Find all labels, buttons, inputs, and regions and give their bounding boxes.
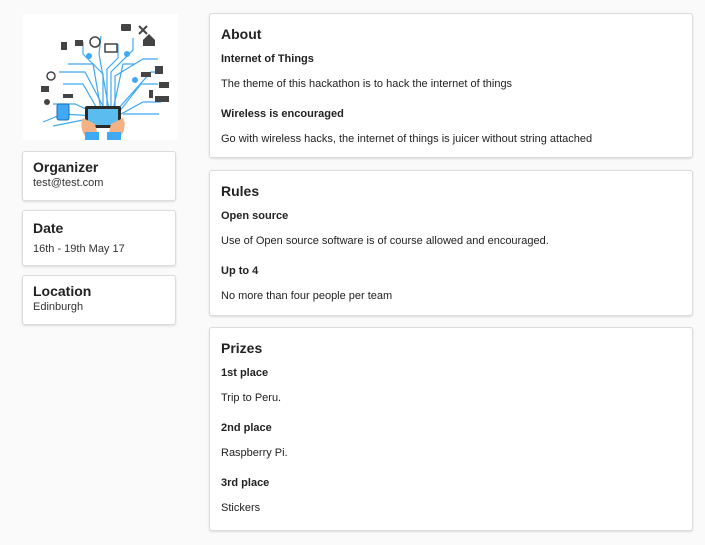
about-entry-title: Wireless is encouraged <box>221 108 344 120</box>
location-value: Edinburgh <box>33 301 84 313</box>
prize-place: 2nd place <box>221 422 272 434</box>
prize-reward: Raspberry Pi. <box>221 447 288 459</box>
iot-network-icon <box>41 24 169 140</box>
about-entry-title: Internet of Things <box>221 53 314 65</box>
prize-place: 3rd place <box>221 477 270 489</box>
date-value: 16th - 19th May 17 <box>33 243 125 255</box>
prizes-section: Prizes 1st place Trip to Peru. 2nd place… <box>209 327 693 531</box>
prize-reward: Trip to Peru. <box>221 392 282 404</box>
prize-entry: 2nd place Raspberry Pi. <box>221 421 681 460</box>
location-card: Location Edinburgh <box>22 275 176 325</box>
date-label: Date <box>33 220 64 236</box>
about-entry-text: The theme of this hackathon is to hack t… <box>221 78 513 90</box>
date-card: Date 16th - 19th May 17 <box>22 210 176 266</box>
prize-entry: 3rd place Stickers <box>221 476 681 515</box>
about-entry-text: Go with wireless hacks, the internet of … <box>221 133 593 145</box>
prize-reward: Stickers <box>221 502 261 514</box>
rules-entry: Open source Use of Open source software … <box>221 209 681 248</box>
rules-heading: Rules <box>221 183 260 199</box>
rules-entry-title: Open source <box>221 210 289 222</box>
rules-entry-text: No more than four people per team <box>221 290 393 302</box>
about-entry: Internet of Things The theme of this hac… <box>221 52 681 91</box>
hackathon-page: Organizer test@test.com Date 16th - 19th… <box>0 0 705 545</box>
prize-entry: 1st place Trip to Peru. <box>221 366 681 405</box>
rules-entry-title: Up to 4 <box>221 265 259 277</box>
rules-section: Rules Open source Use of Open source sof… <box>209 170 693 316</box>
about-heading: About <box>221 26 262 42</box>
organizer-card: Organizer test@test.com <box>22 151 176 201</box>
prizes-heading: Prizes <box>221 340 263 356</box>
location-label: Location <box>33 283 92 299</box>
about-section: About Internet of Things The theme of th… <box>209 13 693 158</box>
about-entry: Wireless is encouraged Go with wireless … <box>221 107 681 146</box>
rules-entry: Up to 4 No more than four people per tea… <box>221 264 681 303</box>
organizer-label: Organizer <box>33 159 99 175</box>
prize-place: 1st place <box>221 367 269 379</box>
iot-illustration <box>23 14 178 140</box>
rules-entry-text: Use of Open source software is of course… <box>221 235 549 247</box>
organizer-email: test@test.com <box>33 177 104 189</box>
